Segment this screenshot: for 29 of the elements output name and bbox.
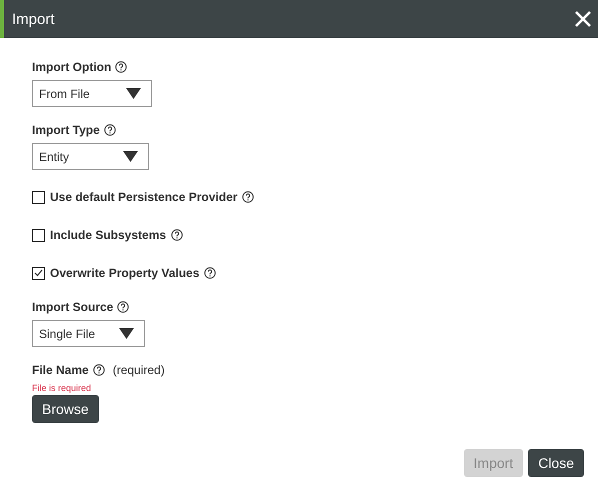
checkbox[interactable]	[32, 190, 45, 204]
help-icon[interactable]	[242, 191, 254, 203]
close-icon[interactable]	[574, 10, 592, 28]
checkbox-label: Use default Persistence Provider	[50, 190, 238, 204]
dropdown[interactable]: Single File	[32, 320, 146, 347]
dropdown[interactable]: Entity	[32, 143, 150, 170]
field-label: Import Type	[32, 123, 100, 137]
help-icon[interactable]	[117, 301, 130, 313]
browse-button[interactable]: Browse	[32, 395, 99, 423]
field-label: Import Source	[32, 300, 114, 314]
checkbox[interactable]	[32, 228, 45, 242]
help-icon[interactable]	[104, 124, 116, 136]
error-message: File is required	[32, 383, 92, 393]
caret-icon	[126, 88, 141, 99]
checkbox[interactable]	[32, 266, 45, 280]
field-label: File Name	[32, 363, 89, 377]
dialog-button[interactable]: Close	[528, 449, 584, 477]
window-title: Import	[12, 10, 55, 28]
help-icon[interactable]	[92, 364, 105, 376]
field-label: Import Option	[32, 60, 112, 74]
caret-icon	[123, 151, 138, 162]
checkbox-label: Overwrite Property Values	[50, 266, 200, 280]
help-icon[interactable]	[204, 267, 216, 279]
checkbox-label: Include Subsystems	[50, 228, 166, 242]
caret-icon	[119, 328, 134, 339]
required-note: (required)	[112, 363, 165, 377]
help-icon[interactable]	[115, 61, 128, 73]
help-icon[interactable]	[171, 229, 184, 241]
dropdown[interactable]: From File	[32, 80, 152, 107]
